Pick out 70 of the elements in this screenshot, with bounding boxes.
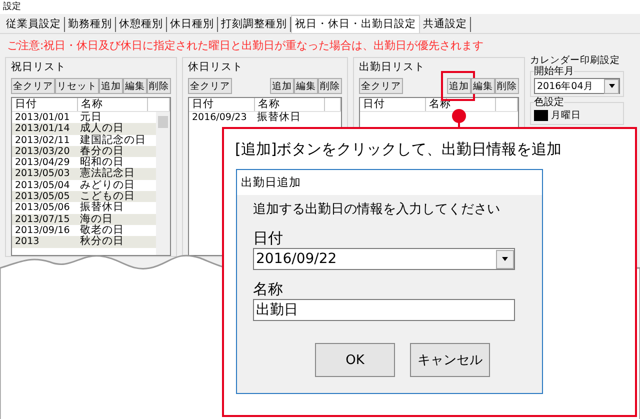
- date-cell-text: 2013/01/01: [14, 112, 71, 124]
- name-cell-text: こどもの日: [79, 191, 136, 202]
- name-cell-text: 振替休日: [256, 112, 302, 124]
- name-cell-text: 秋分の日: [79, 236, 125, 248]
- group-title: 祝日リスト: [11, 61, 67, 73]
- toolbar-button[interactable]: 追加: [447, 78, 471, 94]
- group-title: 開始年月: [534, 66, 574, 77]
- name-cell-text: 振替休日: [79, 202, 125, 214]
- name-cell-text: 憲法記念日: [79, 168, 136, 180]
- name-cell-text: 成人の日: [79, 123, 125, 134]
- tab[interactable]: 休憩種別: [116, 17, 167, 32]
- date-cell-text: 2013/04/29: [14, 157, 71, 168]
- tab[interactable]: 祝日・休日・出勤日設定: [291, 15, 420, 33]
- toolbar-button[interactable]: 編集: [471, 78, 495, 94]
- tab[interactable]: 休日種別: [167, 17, 218, 32]
- dialog-button[interactable]: OK: [315, 343, 395, 377]
- name-cell-text: 建国記念の日: [79, 134, 146, 146]
- toolbar-button[interactable]: 全クリア: [359, 78, 403, 94]
- date-cell-text: 2013/09/16: [14, 224, 71, 236]
- scrollbar[interactable]: [156, 112, 170, 255]
- toolbar-button[interactable]: 削除: [318, 78, 342, 94]
- field-label: 名称: [253, 280, 284, 299]
- dialog-button[interactable]: キャンセル: [410, 343, 490, 377]
- toolbar-button[interactable]: リセット: [55, 78, 99, 94]
- name-cell-text: 海の日: [79, 214, 114, 225]
- prompt-text: 追加する出勤日の情報を入力してください: [253, 201, 500, 219]
- date-cell-text: 2013/07/15: [14, 214, 71, 225]
- name-cell-text: 昭和の日: [79, 157, 125, 168]
- date-cell-text: 2013/01/14: [14, 123, 71, 135]
- toolbar-button[interactable]: 追加: [99, 78, 123, 94]
- month-dropdown[interactable]: 2016年04月: [534, 78, 620, 94]
- date-cell-text: 2013/05/06: [14, 202, 71, 214]
- color-label: 月曜日: [551, 109, 581, 122]
- notice-text: ご注意:祝日・休日及び休日に指定された曜日と出勤日が重なった場合は、出勤日が優先されます: [6, 38, 485, 54]
- toolbar-button[interactable]: 全クリア: [188, 78, 232, 94]
- toolbar-button[interactable]: 編集: [123, 78, 147, 94]
- date-dropdown[interactable]: 2016/09/22: [253, 248, 515, 270]
- date-cell-text: 2013/05/04: [14, 180, 71, 192]
- group-title: 休日リスト: [188, 61, 244, 73]
- toolbar-button[interactable]: 全クリア: [11, 78, 55, 94]
- column-header[interactable]: 名称: [255, 98, 325, 111]
- tab[interactable]: 勤務種別: [65, 17, 116, 32]
- date-cell-text: 2013/02/11: [14, 134, 71, 146]
- name-cell-text: 元日: [79, 112, 103, 123]
- date-cell-text: 2013/03/20: [14, 146, 71, 158]
- column-header[interactable]: 日付: [12, 98, 78, 111]
- name-cell-text: 春分の日: [79, 146, 125, 157]
- date-cell-text: 2013/05/05: [14, 191, 71, 202]
- column-header[interactable]: 日付: [360, 98, 426, 111]
- toolbar-button[interactable]: 削除: [495, 78, 519, 94]
- color-swatch[interactable]: [534, 110, 548, 121]
- tab[interactable]: 従業員設定: [3, 17, 65, 32]
- date-cell-text: 2013: [14, 236, 40, 248]
- callout-caption: [追加]ボタンをクリックして、出勤日情報を追加: [235, 139, 562, 159]
- tab[interactable]: 共通設定: [420, 17, 471, 32]
- name-cell-text: みどりの日: [79, 180, 136, 191]
- name-cell-text: 敬老の日: [79, 224, 125, 236]
- date-cell-text: 2013/05/03: [14, 168, 71, 180]
- column-header[interactable]: 名称: [78, 98, 148, 111]
- window-title: 設定: [3, 2, 21, 12]
- column-header[interactable]: 日付: [189, 98, 255, 111]
- group-title: カレンダー印刷設定: [530, 55, 620, 66]
- date-cell-text: 2016/09/23: [191, 112, 248, 124]
- field-label: 日付: [253, 229, 284, 248]
- toolbar-button[interactable]: 編集: [294, 78, 318, 94]
- group-title: 出勤日リスト: [359, 61, 426, 73]
- name-input-field[interactable]: 出勤日: [253, 299, 515, 321]
- group-title: 色設定: [534, 97, 564, 108]
- toolbar-button[interactable]: 追加: [270, 78, 294, 94]
- toolbar-button[interactable]: 削除: [147, 78, 171, 94]
